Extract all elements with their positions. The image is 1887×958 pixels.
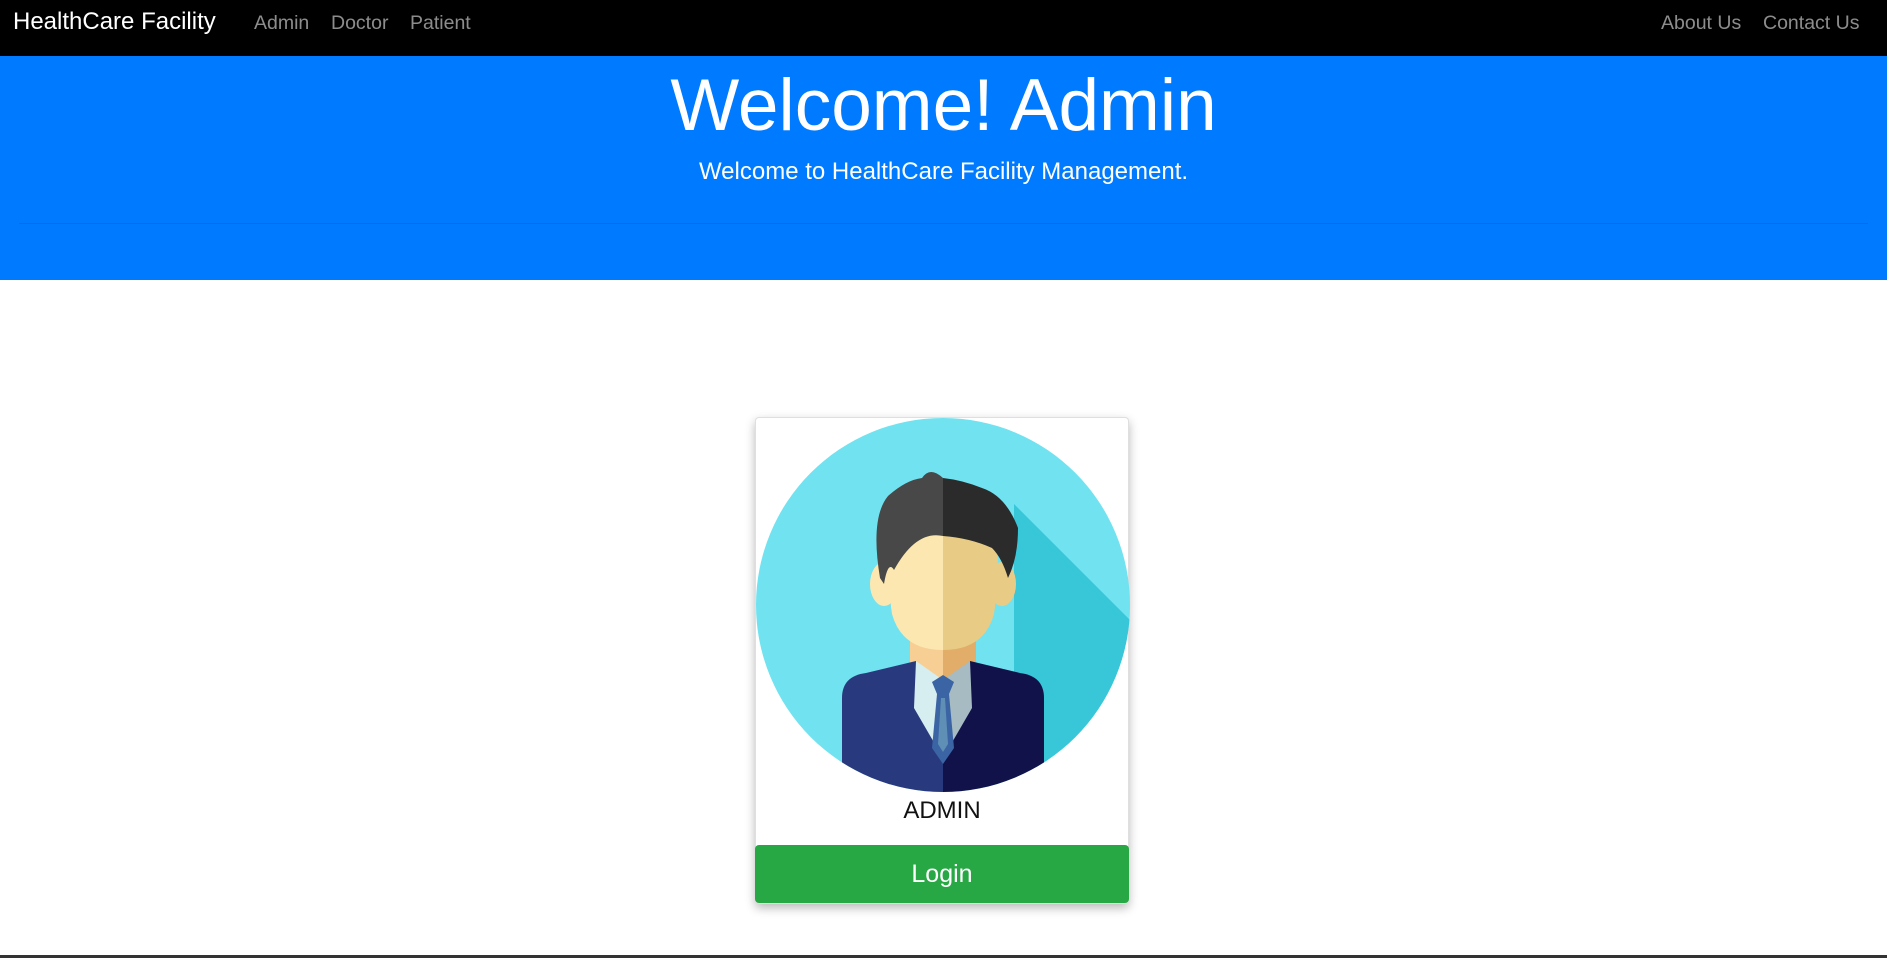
page-title: Welcome! Admin [670, 65, 1217, 146]
nav-link-patient[interactable]: Patient [410, 13, 471, 33]
brand-link[interactable]: HealthCare Facility [13, 10, 216, 34]
nav-link-doctor[interactable]: Doctor [331, 13, 388, 33]
nav-link-contact-us[interactable]: Contact Us [1763, 13, 1859, 33]
login-button[interactable]: Login [755, 845, 1129, 903]
welcome-subtitle: Welcome to HealthCare Facility Managemen… [698, 158, 1189, 185]
nav-link-about-us[interactable]: About Us [1661, 13, 1741, 33]
top-navbar: HealthCare Facility Admin Doctor Patient… [0, 0, 1887, 56]
admin-avatar-icon [756, 418, 1130, 792]
admin-card: ADMIN Login [755, 417, 1130, 904]
card-title: ADMIN [903, 797, 981, 824]
welcome-jumbotron: Welcome! Admin Welcome to HealthCare Fac… [0, 56, 1887, 280]
divider [19, 223, 1868, 224]
nav-link-admin[interactable]: Admin [254, 13, 309, 33]
